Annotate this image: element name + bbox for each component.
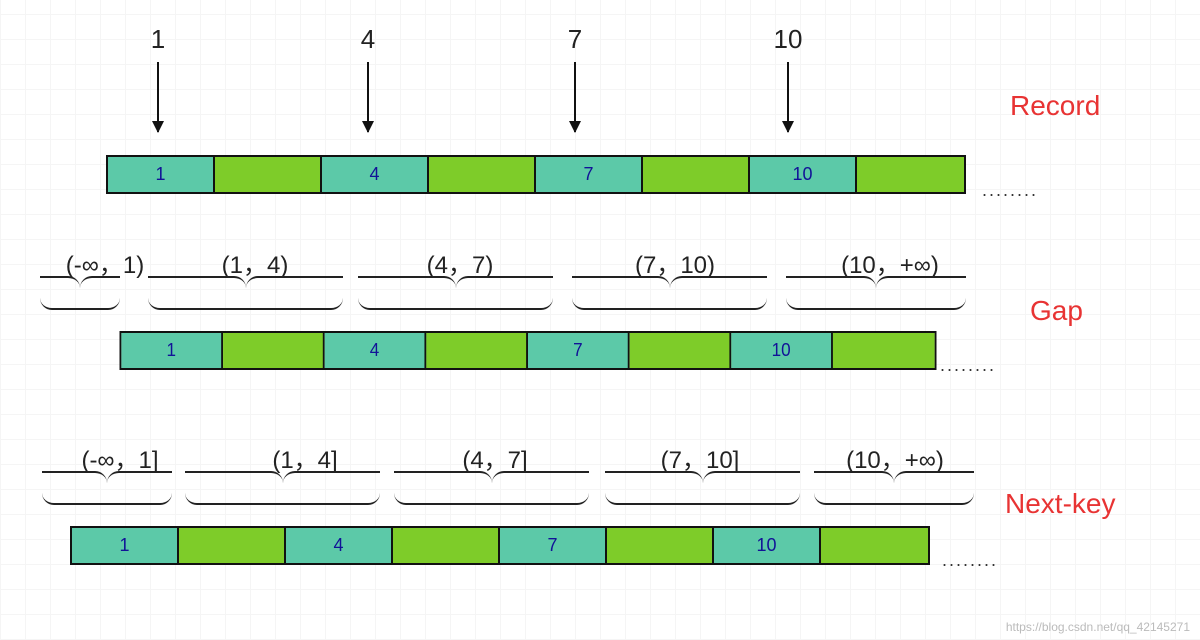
nextkey-interval: (-∞，1] — [81, 440, 158, 475]
row-label-record: Record — [1010, 90, 1100, 122]
brace — [358, 288, 553, 310]
record-index-4: 4 — [338, 24, 398, 55]
gap-bar: 1 4 7 10 — [120, 331, 937, 370]
record-cell: 1 — [108, 157, 215, 192]
nextkey-cell — [179, 528, 286, 563]
row-label-gap: Gap — [1030, 295, 1083, 327]
nextkey-bar: 1 4 7 10 — [70, 526, 930, 565]
nextkey-cell: 4 — [286, 528, 393, 563]
gap-cell — [630, 333, 732, 368]
gap-interval: (-∞，1) — [66, 245, 144, 280]
record-cell — [429, 157, 536, 192]
gap-interval: (7，10) — [635, 245, 715, 280]
gap-cell: 7 — [528, 333, 630, 368]
gap-interval: (4，7) — [427, 245, 494, 280]
ellipsis: ........ — [942, 550, 998, 571]
brace — [148, 288, 343, 310]
gap-cell: 10 — [731, 333, 833, 368]
record-cell: 7 — [536, 157, 643, 192]
record-index-10: 10 — [758, 24, 818, 55]
record-cell — [215, 157, 322, 192]
gap-interval: (1，4) — [222, 245, 289, 280]
gap-interval: (10，+∞) — [841, 245, 939, 280]
record-index-1: 1 — [128, 24, 188, 55]
record-cell — [857, 157, 964, 192]
brace — [40, 288, 120, 310]
arrow-1 — [157, 62, 159, 132]
nextkey-interval: (1，4] — [272, 440, 337, 475]
nextkey-cell: 1 — [72, 528, 179, 563]
gap-cell: 4 — [325, 333, 427, 368]
nextkey-cell — [393, 528, 500, 563]
record-cell — [643, 157, 750, 192]
row-label-nextkey: Next-key — [1005, 488, 1115, 520]
arrow-4 — [367, 62, 369, 132]
arrow-7 — [574, 62, 576, 132]
nextkey-interval: (7，10] — [661, 440, 740, 475]
brace — [185, 483, 380, 505]
watermark: https://blog.csdn.net/qq_42145271 — [1006, 620, 1190, 634]
record-index-7: 7 — [545, 24, 605, 55]
gap-cell — [223, 333, 325, 368]
gap-cell — [833, 333, 935, 368]
ellipsis: ........ — [940, 355, 996, 376]
nextkey-cell: 10 — [714, 528, 821, 563]
record-cell: 4 — [322, 157, 429, 192]
arrow-10 — [787, 62, 789, 132]
brace — [394, 483, 589, 505]
gap-cell: 1 — [121, 333, 223, 368]
brace — [572, 288, 767, 310]
nextkey-interval: (4，7] — [462, 440, 527, 475]
nextkey-interval: (10，+∞) — [846, 440, 944, 475]
brace — [605, 483, 800, 505]
nextkey-cell — [821, 528, 928, 563]
nextkey-cell — [607, 528, 714, 563]
record-cell: 10 — [750, 157, 857, 192]
ellipsis: ........ — [982, 180, 1038, 201]
brace — [814, 483, 974, 505]
gap-cell — [426, 333, 528, 368]
record-bar: 1 4 7 10 — [106, 155, 966, 194]
nextkey-cell: 7 — [500, 528, 607, 563]
brace — [786, 288, 966, 310]
brace — [42, 483, 172, 505]
